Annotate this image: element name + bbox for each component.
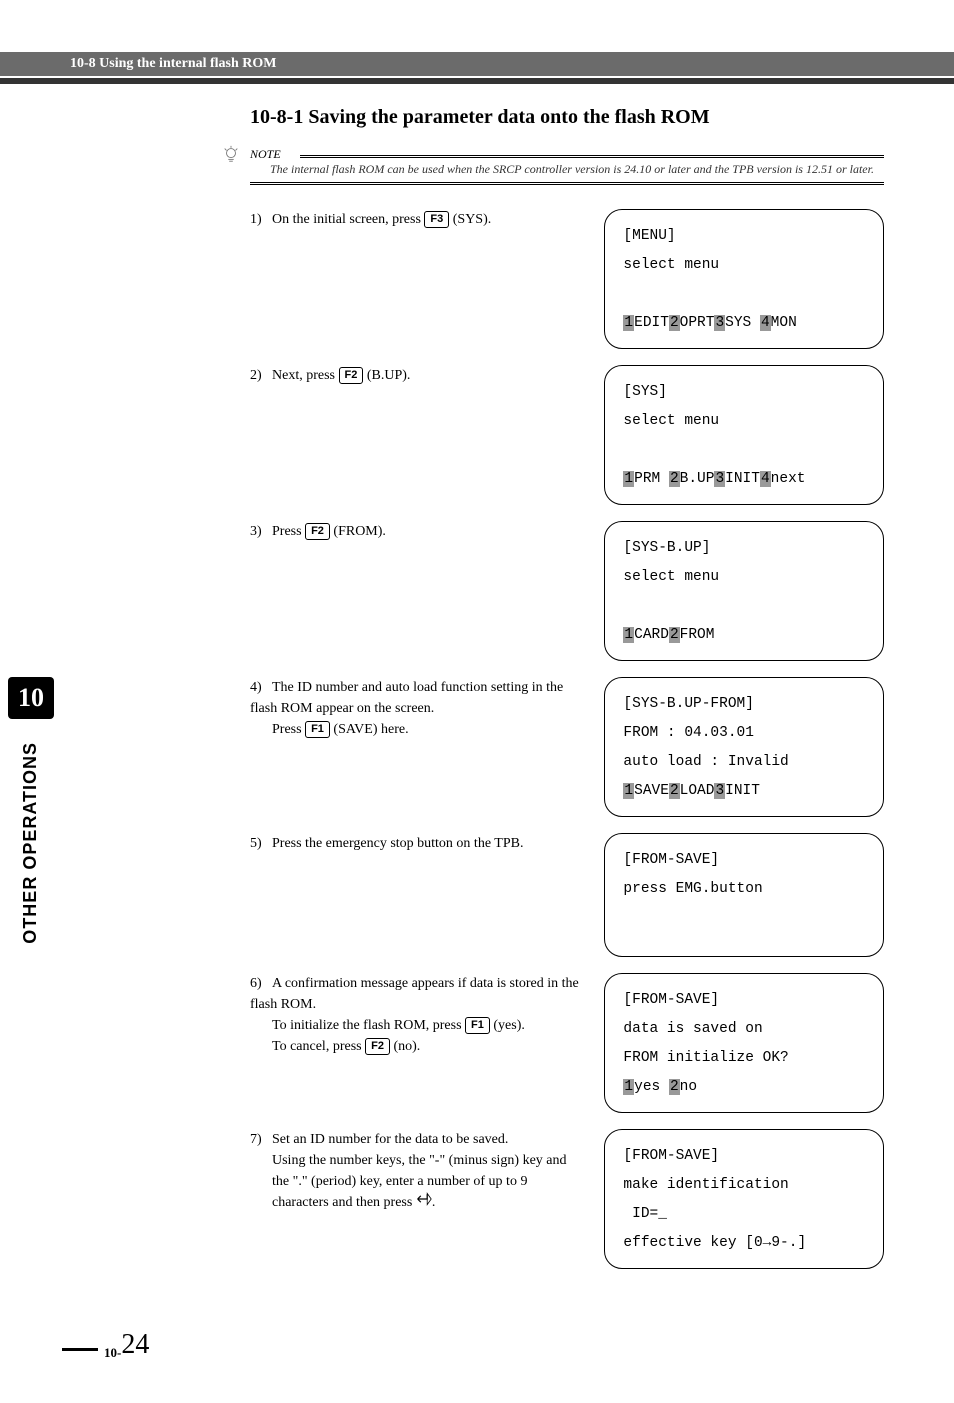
step-6-l2a: (yes).: [490, 1018, 525, 1033]
step-6-text: 6)A confirmation message appears if data…: [250, 973, 604, 1057]
step-2-num: 2): [250, 365, 272, 386]
step-2-after: (B.UP).: [363, 368, 410, 383]
lightbulb-icon: [222, 145, 240, 163]
screen-4: [SYS-B.UP-FROM] FROM : 04.03.01 auto loa…: [604, 677, 884, 817]
breadcrumb: 10-8 Using the internal flash ROM: [0, 52, 954, 76]
step-2-text: 2)Next, press F2 (B.UP).: [250, 365, 604, 386]
step-4-text: 4)The ID number and auto load function s…: [250, 677, 604, 740]
step-6-l2b: To initialize the flash ROM, press: [272, 1018, 465, 1033]
note-text: The internal flash ROM can be used when …: [250, 158, 884, 182]
step-3: 3)Press F2 (FROM). [SYS-B.UP] select men…: [250, 521, 884, 661]
step-6-l3b: To cancel, press: [272, 1039, 365, 1054]
screen-3: [SYS-B.UP] select menu 1CARD2FROM: [604, 521, 884, 661]
step-4-num: 4): [250, 677, 272, 698]
step-3-after: (FROM).: [330, 524, 386, 539]
step-7-num: 7): [250, 1129, 272, 1150]
step-4-line1: The ID number and auto load function set…: [250, 680, 563, 716]
chapter-label: OTHER OPERATIONS: [20, 742, 41, 944]
enter-icon: [416, 1192, 432, 1213]
step-3-text: 3)Press F2 (FROM).: [250, 521, 604, 542]
screen-2: [SYS] select menu 1PRM 2B.UP3INIT4next: [604, 365, 884, 505]
step-1-num: 1): [250, 209, 272, 230]
note-rule-bottom: [250, 182, 884, 185]
step-3-num: 3): [250, 521, 272, 542]
step-5-text: 5)Press the emergency stop button on the…: [250, 833, 604, 854]
step-7-line1: Set an ID number for the data to be save…: [272, 1132, 508, 1147]
step-2-before: Next, press: [272, 368, 339, 383]
f2-key-c: F2: [365, 1038, 390, 1055]
f2-key: F2: [339, 367, 364, 384]
step-4-before: Press: [272, 722, 305, 737]
f3-key: F3: [424, 211, 449, 228]
step-5-plain: Press the emergency stop button on the T…: [272, 836, 523, 851]
f2-key-b: F2: [305, 523, 330, 540]
page-footer: 10-24: [62, 1329, 149, 1361]
note-block: NOTE The internal flash ROM can be used …: [250, 147, 884, 185]
step-1-text: 1)On the initial screen, press F3 (SYS).: [250, 209, 604, 230]
step-4-after: (SAVE) here.: [330, 722, 409, 737]
screen-6: [FROM-SAVE] data is saved on FROM initia…: [604, 973, 884, 1113]
page-prefix: 10-: [104, 1345, 121, 1361]
step-1-before: On the initial screen, press: [272, 212, 424, 227]
screen-5: [FROM-SAVE] press EMG.button: [604, 833, 884, 957]
step-6: 6)A confirmation message appears if data…: [250, 973, 884, 1113]
screen-7: [FROM-SAVE] make identification ID=_ eff…: [604, 1129, 884, 1269]
header-divider: [0, 78, 954, 84]
step-1-after: (SYS).: [449, 212, 491, 227]
step-7-text: 7)Set an ID number for the data to be sa…: [250, 1129, 604, 1213]
main-content: 10-8-1 Saving the parameter data onto th…: [250, 106, 884, 1269]
step-7: 7)Set an ID number for the data to be sa…: [250, 1129, 884, 1269]
step-3-before: Press: [272, 524, 305, 539]
f1-key-b: F1: [465, 1017, 490, 1034]
step-5-num: 5): [250, 833, 272, 854]
step-6-line1: A confirmation message appears if data i…: [250, 976, 579, 1012]
step-2: 2)Next, press F2 (B.UP). [SYS] select me…: [250, 365, 884, 505]
step-4: 4)The ID number and auto load function s…: [250, 677, 884, 817]
f1-key: F1: [305, 721, 330, 738]
screen-1: [MENU] select menu 1EDIT2OPRT3SYS 4MON: [604, 209, 884, 349]
step-5: 5)Press the emergency stop button on the…: [250, 833, 884, 957]
page-number: 24: [121, 1329, 149, 1361]
step-1: 1)On the initial screen, press F3 (SYS).…: [250, 209, 884, 349]
step-6-l3a: (no).: [390, 1039, 420, 1054]
note-label: NOTE: [250, 147, 287, 162]
section-title: 10-8-1 Saving the parameter data onto th…: [250, 106, 884, 129]
step-6-num: 6): [250, 973, 272, 994]
step-7-line2-after: .: [432, 1195, 436, 1210]
chapter-tab: 10: [8, 677, 54, 719]
